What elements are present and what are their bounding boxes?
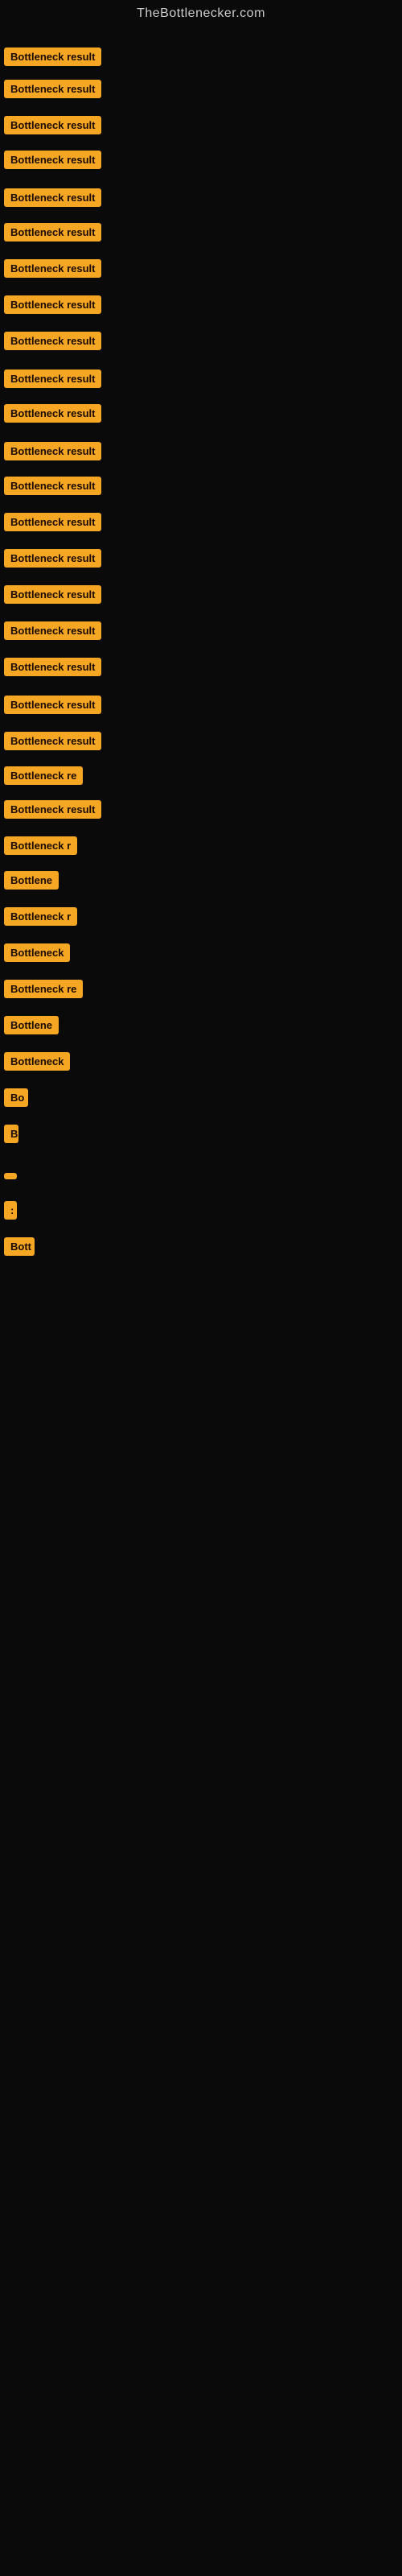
bottleneck-result-item: Bottleneck result xyxy=(4,404,101,427)
bottleneck-result-item: Bottleneck result xyxy=(4,369,101,392)
bottleneck-result-item: Bottleneck result xyxy=(4,151,101,173)
site-title: TheBottlenecker.com xyxy=(0,0,402,27)
bottleneck-badge: Bottleneck result xyxy=(4,259,101,278)
bottleneck-badge: Bottleneck result xyxy=(4,116,101,134)
bottleneck-result-item: Bottleneck result xyxy=(4,80,101,102)
bottleneck-result-item: Bottleneck result xyxy=(4,47,101,70)
bottleneck-result-item: Bottleneck result xyxy=(4,116,101,138)
bottleneck-result-item: Bottlene xyxy=(4,1016,59,1038)
bottleneck-badge: Bottleneck xyxy=(4,943,70,962)
bottleneck-result-item: Bottleneck result xyxy=(4,223,101,246)
bottleneck-result-item: Bottleneck result xyxy=(4,696,101,718)
bottleneck-result-item: Bottlene xyxy=(4,871,59,894)
bottleneck-badge: Bottleneck result xyxy=(4,621,101,640)
bottleneck-badge: Bottlene xyxy=(4,871,59,890)
bottleneck-badge: Bottleneck result xyxy=(4,477,101,495)
bottleneck-badge: Bottleneck result xyxy=(4,513,101,531)
bottleneck-result-item: Bottleneck result xyxy=(4,658,101,680)
bottleneck-badge xyxy=(4,1173,17,1179)
bottleneck-badge: Bottleneck r xyxy=(4,836,77,855)
bottleneck-result-item: Bottleneck result xyxy=(4,513,101,535)
bottleneck-badge: Bottleneck re xyxy=(4,980,83,998)
bottleneck-badge: : xyxy=(4,1201,17,1220)
bottleneck-badge: Bottlene xyxy=(4,1016,59,1034)
bottleneck-badge: Bottleneck result xyxy=(4,151,101,169)
bottleneck-result-item: Bottleneck result xyxy=(4,477,101,499)
bottleneck-result-item: Bottleneck r xyxy=(4,836,77,859)
bottleneck-result-item: Bottleneck re xyxy=(4,766,83,789)
bottleneck-badge: Bottleneck result xyxy=(4,549,101,568)
bottleneck-badge: Bottleneck result xyxy=(4,188,101,207)
bottleneck-badge: Bottleneck result xyxy=(4,295,101,314)
bottleneck-result-item: Bottleneck re xyxy=(4,980,83,1002)
bottleneck-badge: Bottleneck r xyxy=(4,907,77,926)
bottleneck-badge: Bottleneck xyxy=(4,1052,70,1071)
bottleneck-result-item: Bott xyxy=(4,1237,35,1260)
bottleneck-badge: Bottleneck result xyxy=(4,442,101,460)
bottleneck-result-item: Bottleneck result xyxy=(4,732,101,754)
bottleneck-result-item: Bottleneck result xyxy=(4,295,101,318)
bottleneck-badge: Bottleneck result xyxy=(4,404,101,423)
bottleneck-result-item: : xyxy=(4,1201,17,1224)
bottleneck-badge: Bott xyxy=(4,1237,35,1256)
bottleneck-badge: Bottleneck result xyxy=(4,369,101,388)
bottleneck-result-item: Bottleneck result xyxy=(4,800,101,823)
bottleneck-result-item: Bo xyxy=(4,1088,28,1111)
bottleneck-badge: Bo xyxy=(4,1088,28,1107)
bottleneck-badge: Bottleneck result xyxy=(4,47,101,66)
bottleneck-result-item: Bottleneck result xyxy=(4,188,101,211)
bottleneck-result-item: Bottleneck xyxy=(4,1052,70,1075)
bottleneck-badge: Bottleneck result xyxy=(4,800,101,819)
bottleneck-badge: Bottleneck re xyxy=(4,766,83,785)
bottleneck-badge: Bottleneck result xyxy=(4,696,101,714)
bottleneck-badge: Bottleneck result xyxy=(4,732,101,750)
bottleneck-result-item: Bottleneck result xyxy=(4,585,101,608)
bottleneck-result-item: Bottleneck result xyxy=(4,442,101,464)
bottleneck-result-item: Bottleneck result xyxy=(4,259,101,282)
bottleneck-result-item: Bottleneck result xyxy=(4,621,101,644)
bottleneck-badge: Bottleneck result xyxy=(4,80,101,98)
bottleneck-result-item: Bottleneck xyxy=(4,943,70,966)
bottleneck-badge: Bottleneck result xyxy=(4,585,101,604)
bottleneck-result-item xyxy=(4,1169,17,1183)
bottleneck-badge: Bottleneck result xyxy=(4,332,101,350)
bottleneck-result-item: Bottleneck result xyxy=(4,549,101,572)
bottleneck-badge: Bottleneck result xyxy=(4,223,101,242)
bottleneck-result-item: Bottleneck r xyxy=(4,907,77,930)
bottleneck-badge: Bottleneck result xyxy=(4,658,101,676)
bottleneck-badge: B xyxy=(4,1125,18,1143)
bottleneck-result-item: Bottleneck result xyxy=(4,332,101,354)
bottleneck-result-item: B xyxy=(4,1125,18,1147)
